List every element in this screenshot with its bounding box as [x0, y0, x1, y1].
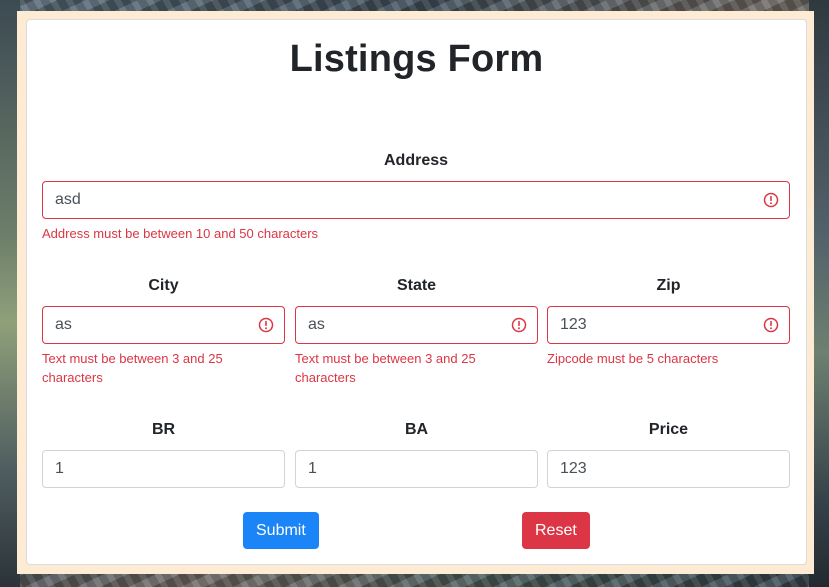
- br-input[interactable]: [43, 451, 284, 487]
- br-field: BR: [42, 420, 285, 488]
- ba-input-wrap: [295, 450, 538, 488]
- city-input-wrap: [42, 306, 285, 344]
- listings-form-card: Listings Form Address Address must be be…: [26, 19, 807, 565]
- ba-label: BA: [404, 421, 429, 438]
- address-label: Address: [383, 152, 449, 169]
- address-input[interactable]: [43, 182, 789, 218]
- city-error: Text must be between 3 and 25 characters: [42, 351, 223, 385]
- price-input-wrap: [547, 450, 790, 488]
- zip-input-wrap: [547, 306, 790, 344]
- state-error: Text must be between 3 and 25 characters: [295, 351, 476, 385]
- price-input[interactable]: [548, 451, 789, 487]
- page-title: Listings Form: [289, 38, 544, 80]
- alert-circle-icon: [258, 317, 274, 333]
- city-input[interactable]: [43, 307, 284, 343]
- alert-circle-icon: [511, 317, 527, 333]
- ba-field: BA: [295, 420, 538, 488]
- price-label: Price: [648, 421, 689, 438]
- br-label: BR: [151, 421, 176, 438]
- zip-field: Zip Zipcode must be 5 characters: [547, 276, 790, 368]
- state-label: State: [396, 277, 437, 294]
- state-input[interactable]: [296, 307, 537, 343]
- address-field: Address Address must be between 10 and 5…: [42, 151, 790, 243]
- zip-error: Zipcode must be 5 characters: [547, 351, 719, 366]
- alert-circle-icon: [763, 317, 779, 333]
- submit-button[interactable]: Submit: [243, 512, 319, 549]
- zip-input[interactable]: [548, 307, 789, 343]
- form-frame: Listings Form Address Address must be be…: [17, 11, 814, 574]
- alert-circle-icon: [763, 192, 779, 208]
- state-input-wrap: [295, 306, 538, 344]
- ba-input[interactable]: [296, 451, 537, 487]
- city-field: City Text must be between 3 and 25 chara…: [42, 276, 285, 387]
- address-error: Address must be between 10 and 50 charac…: [42, 226, 319, 241]
- address-input-wrap: [42, 181, 790, 219]
- price-field: Price: [547, 420, 790, 488]
- reset-button[interactable]: Reset: [522, 512, 590, 549]
- state-field: State Text must be between 3 and 25 char…: [295, 276, 538, 387]
- zip-label: Zip: [656, 277, 681, 294]
- city-label: City: [148, 277, 179, 294]
- br-input-wrap: [42, 450, 285, 488]
